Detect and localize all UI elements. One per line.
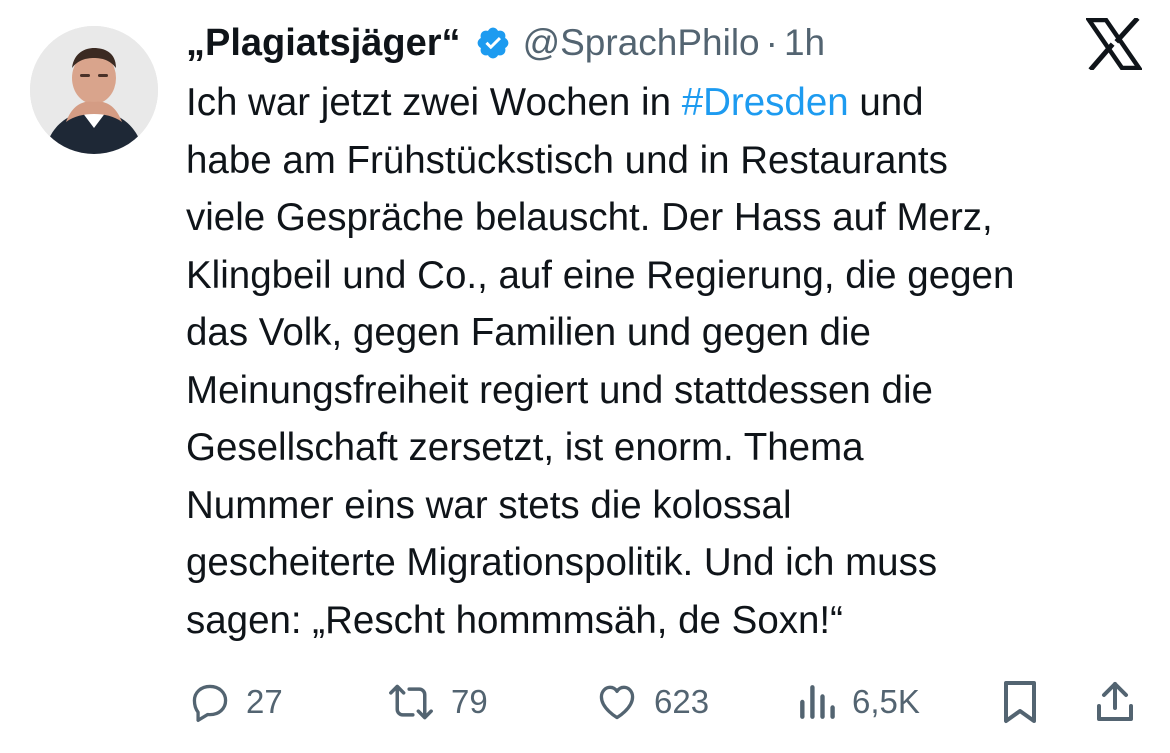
bookmark-button[interactable] <box>998 672 1042 732</box>
author-avatar[interactable] <box>30 26 158 154</box>
tweet-line-2: habe am Frühstückstisch und in Restauran… <box>186 138 948 182</box>
like-count: 623 <box>654 683 710 720</box>
tweet-line-1: Ich war jetzt zwei Wochen in #Dresden un… <box>186 74 1146 132</box>
tweet-line-5: das Volk, gegen Familien und gegen die <box>186 311 871 354</box>
tweet-line-8: Nummer eins war stets die kolossal <box>186 483 792 527</box>
views-icon <box>796 680 838 724</box>
hashtag-link[interactable]: #Dresden <box>682 81 849 124</box>
reply-icon <box>188 680 232 724</box>
heart-icon <box>594 680 640 724</box>
repost-button[interactable]: 79 <box>385 672 488 732</box>
tweet-text: Ich war jetzt zwei Wochen in #Dresden un… <box>186 74 1146 649</box>
tweet-header: „Plagiatsjäger“ @SprachPhilo · 1h <box>186 18 825 68</box>
x-logo-icon <box>1086 18 1142 70</box>
repost-icon <box>385 680 437 724</box>
tweet-line-6: Meinungsfreiheit regiert und stattdessen… <box>186 368 933 412</box>
views-button[interactable]: 6,5K <box>796 672 920 732</box>
reply-count: 27 <box>246 683 283 720</box>
avatar-portrait-image <box>30 26 158 154</box>
author-handle[interactable]: @SprachPhilo <box>523 22 760 64</box>
tweet-line-3: viele Gespräche belauscht. Der Hass auf … <box>186 196 993 239</box>
views-count: 6,5K <box>852 683 920 720</box>
share-button[interactable] <box>1093 672 1137 732</box>
author-display-name[interactable]: „Plagiatsjäger“ <box>186 22 461 65</box>
tweet-line-9: gescheiterte Migrationspolitik. Und ich … <box>186 541 938 584</box>
tweet-line-7: Gesellschaft zersetzt, ist enorm. Thema <box>186 426 864 469</box>
header-separator: · <box>765 22 778 63</box>
bookmark-icon <box>998 678 1042 726</box>
tweet-line-10: sagen: „Rescht hommmsäh, de Soxn!“ <box>186 598 843 642</box>
like-button[interactable]: 623 <box>594 672 709 732</box>
tweet-line-1-text: Ich war jetzt zwei Wochen in <box>186 81 682 124</box>
tweet-line-1-suffix: und <box>859 81 924 124</box>
share-icon <box>1093 678 1137 726</box>
tweet-timestamp[interactable]: 1h <box>784 22 825 64</box>
verified-badge-icon <box>475 25 511 61</box>
tweet-line-4: Klingbeil und Co., auf eine Regierung, d… <box>186 253 1015 297</box>
reply-button[interactable]: 27 <box>188 672 283 732</box>
tweet-actions-bar: 27 79 623 6,5K <box>0 672 1170 732</box>
repost-count: 79 <box>451 683 488 720</box>
